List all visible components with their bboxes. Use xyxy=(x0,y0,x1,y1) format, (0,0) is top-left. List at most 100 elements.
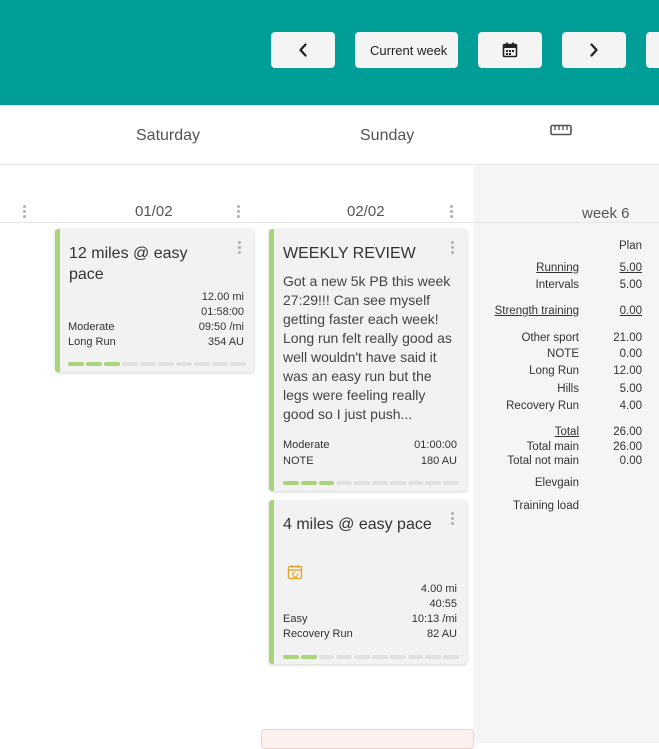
card-load: 180 AU xyxy=(420,455,457,467)
card-intensity: Moderate xyxy=(283,439,330,451)
summary-total-label[interactable]: Total xyxy=(555,426,579,438)
day-name-saturday: Saturday xyxy=(136,127,201,144)
card-title: 4 miles @ easy pace xyxy=(283,516,432,533)
card-load: 354 AU xyxy=(207,336,244,348)
chevron-right-icon xyxy=(590,43,598,57)
summary-total-main-value: 26.00 xyxy=(613,441,642,453)
progress-segment xyxy=(407,655,424,659)
workout-card-recovery-run[interactable]: 4 miles @ easy pace 4.00 mi 40:55 Easy 1… xyxy=(269,500,467,664)
progress-segment xyxy=(336,481,353,485)
summary-intervals-label: Intervals xyxy=(535,279,579,291)
progress-segment xyxy=(389,655,406,659)
calendar-button[interactable] xyxy=(478,32,542,68)
note-card-weekly-review[interactable]: WEEKLY REVIEW Got a new 5k PB this week … xyxy=(269,229,467,491)
card-note-text: Got a new 5k PB this week 27:29!!! Can s… xyxy=(283,273,452,422)
card-pace: 10:13 /mi xyxy=(411,613,457,625)
progress-segment xyxy=(212,362,228,366)
progress-segment xyxy=(230,362,246,366)
card-type: Recovery Run xyxy=(283,628,353,640)
summary-recovery-label: Recovery Run xyxy=(506,400,579,412)
progress-segment xyxy=(283,655,299,659)
progress-segment xyxy=(300,481,317,485)
progress-segment xyxy=(104,362,120,366)
progress-segment xyxy=(176,362,192,366)
progress-segment xyxy=(318,481,335,485)
progress-segment xyxy=(425,481,442,485)
summary-training-load-label: Training load xyxy=(512,500,579,512)
progress-segment xyxy=(371,481,388,485)
card-duration: 40:55 xyxy=(429,598,457,610)
workout-card-partial[interactable] xyxy=(261,729,474,749)
card-distance: 4.00 mi xyxy=(420,583,457,595)
card-distance: 12.00 mi xyxy=(201,291,244,303)
date-sunday: 02/02 xyxy=(347,203,385,220)
progress-segment xyxy=(86,362,102,366)
summary-total-main-label: Total main xyxy=(526,441,579,453)
summary-plan-header: Plan xyxy=(618,240,642,252)
card-menu-icon[interactable] xyxy=(238,241,242,254)
previous-week-button[interactable] xyxy=(271,32,335,68)
summary-strength-label[interactable]: Strength training xyxy=(495,305,579,317)
saturday-menu-icon[interactable] xyxy=(237,205,241,218)
progress-segment xyxy=(336,655,353,659)
summary-running-value[interactable]: 5.00 xyxy=(620,262,642,274)
progress-segment xyxy=(443,655,459,659)
next-week-button[interactable] xyxy=(562,32,626,68)
card-load: 82 AU xyxy=(427,628,457,640)
summary-note-value: 0.00 xyxy=(619,348,642,360)
load-progress-bar xyxy=(283,481,459,485)
card-intensity: Moderate xyxy=(68,321,115,333)
sunday-menu-icon[interactable] xyxy=(450,205,454,218)
top-toolbar: Current week xyxy=(0,0,659,105)
summary-total-not-main-label: Total not main xyxy=(507,455,579,467)
day-header-row: Saturday Sunday xyxy=(0,105,659,165)
day-name-sunday: Sunday xyxy=(360,127,415,144)
summary-recovery-value: 4.00 xyxy=(619,400,642,412)
summary-elevgain-label: Elevgain xyxy=(534,477,579,489)
card-type: Long Run xyxy=(68,336,116,348)
progress-segment xyxy=(443,481,459,485)
overflow-toolbar-button[interactable] xyxy=(646,32,659,68)
progress-segment xyxy=(68,362,84,366)
workout-card-long-run[interactable]: 12 miles @ easy pace 12.00 mi 01:58:00 M… xyxy=(55,229,254,372)
progress-segment xyxy=(371,655,388,659)
progress-segment xyxy=(158,362,174,366)
week-summary-rows: Plan Running 5.00 Intervals 5.00 Strengt… xyxy=(474,165,659,743)
card-menu-icon[interactable] xyxy=(451,241,455,254)
card-type: NOTE xyxy=(283,455,314,467)
summary-running-label[interactable]: Running xyxy=(536,262,579,274)
progress-segment xyxy=(407,481,424,485)
progress-segment xyxy=(318,655,335,659)
current-week-label: Current week xyxy=(370,42,448,58)
progress-segment xyxy=(194,362,210,366)
card-menu-icon[interactable] xyxy=(451,512,455,525)
card-pace: 09:50 /mi xyxy=(198,321,244,333)
summary-long-run-value: 12.00 xyxy=(613,365,642,377)
card-duration: 01:00:00 xyxy=(414,439,457,451)
progress-segment xyxy=(140,362,156,366)
current-week-button[interactable]: Current week xyxy=(355,32,458,68)
friday-menu-icon[interactable] xyxy=(23,205,27,218)
summary-hills-label: Hills xyxy=(557,383,579,395)
progress-segment xyxy=(389,481,406,485)
card-title: 12 miles @ easy pace xyxy=(69,245,188,283)
summary-total-not-main-value: 0.00 xyxy=(619,455,642,467)
calendar-icon xyxy=(502,42,518,58)
summary-long-run-label: Long Run xyxy=(529,365,579,377)
date-saturday: 01/02 xyxy=(135,203,173,220)
chevron-left-icon xyxy=(299,43,307,57)
progress-segment xyxy=(425,655,442,659)
progress-segment xyxy=(122,362,138,366)
card-duration: 01:58:00 xyxy=(201,306,244,318)
progress-segment xyxy=(354,481,370,485)
card-intensity: Easy xyxy=(283,613,308,625)
summary-other-sport-value: 21.00 xyxy=(613,332,642,344)
progress-segment xyxy=(300,655,317,659)
summary-other-sport-label: Other sport xyxy=(521,332,579,344)
ruler-icon xyxy=(550,124,572,136)
calendar-sync-icon xyxy=(287,565,303,580)
progress-segment xyxy=(354,655,370,659)
summary-strength-value[interactable]: 0.00 xyxy=(620,305,642,317)
summary-total-value: 26.00 xyxy=(613,426,642,438)
card-title: WEEKLY REVIEW xyxy=(283,245,416,262)
